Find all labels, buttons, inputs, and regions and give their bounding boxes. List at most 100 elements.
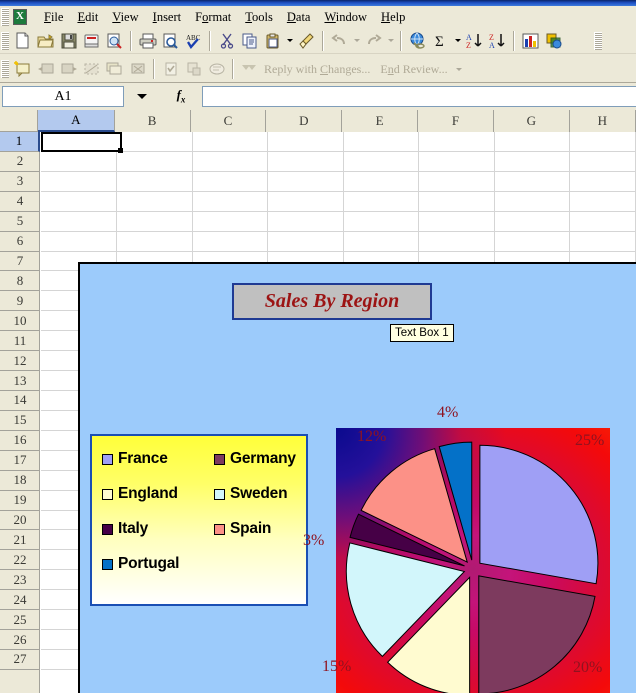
insert-function-icon[interactable]: fx — [160, 87, 202, 105]
delete-comment-icon[interactable] — [126, 58, 149, 80]
menu-item-data[interactable]: Data — [280, 8, 318, 27]
next-comment-icon[interactable] — [57, 58, 80, 80]
cell-B1[interactable] — [117, 132, 193, 152]
row-header-1[interactable]: 1 — [0, 132, 40, 152]
cell-F4[interactable] — [419, 191, 495, 212]
cell-F2[interactable] — [419, 151, 495, 172]
table-row[interactable] — [41, 171, 636, 192]
sort-descending-icon[interactable]: ZA — [486, 30, 509, 52]
cell-B2[interactable] — [117, 151, 193, 172]
chart-wizard-icon[interactable] — [519, 30, 542, 52]
cell-B5[interactable] — [117, 211, 193, 232]
menu-item-file[interactable]: FFileile — [37, 8, 70, 27]
cell-E1[interactable] — [343, 132, 420, 152]
select-all-corner[interactable] — [0, 110, 38, 132]
pie-chart[interactable] — [336, 428, 610, 693]
autosum-sigma-icon[interactable]: Σ — [429, 30, 452, 52]
row-header-21[interactable]: 21 — [0, 530, 40, 551]
undo-icon[interactable] — [328, 30, 351, 52]
cell-D5[interactable] — [268, 211, 344, 232]
previous-comment-icon[interactable] — [34, 58, 57, 80]
create-task-icon[interactable] — [159, 58, 182, 80]
table-row[interactable] — [41, 151, 636, 172]
cell-G5[interactable] — [494, 211, 570, 232]
cell-B6[interactable] — [117, 231, 193, 252]
row-header-12[interactable]: 12 — [0, 351, 40, 372]
row-header-16[interactable]: 16 — [0, 431, 40, 451]
standard-toolbar-gripper[interactable] — [1, 31, 9, 50]
menu-item-format[interactable]: Format — [188, 8, 238, 27]
cell-C6[interactable] — [192, 231, 269, 252]
cell-G4[interactable] — [494, 191, 570, 212]
cell-G6[interactable] — [494, 231, 570, 252]
name-box[interactable]: A1 — [2, 85, 124, 107]
legend-item-portugal[interactable]: Portugal — [102, 555, 214, 573]
menu-item-edit[interactable]: Edit — [70, 8, 105, 27]
row-header-23[interactable]: 23 — [0, 570, 40, 591]
row-header-19[interactable]: 19 — [0, 491, 40, 511]
cell-D2[interactable] — [268, 151, 344, 172]
row-header-9[interactable]: 9 — [0, 291, 40, 312]
legend-item-italy[interactable]: Italy — [102, 520, 214, 538]
cell-E3[interactable] — [343, 171, 420, 192]
table-row[interactable] — [41, 191, 636, 212]
legend-item-spain[interactable]: Spain — [214, 520, 314, 538]
formatting-toolbar-gripper[interactable] — [594, 32, 602, 50]
menu-item-help[interactable]: Help — [374, 8, 412, 27]
column-header-g[interactable]: G — [493, 110, 570, 132]
cell-H5[interactable] — [570, 211, 636, 232]
column-header-e[interactable]: E — [342, 110, 419, 132]
menu-item-insert[interactable]: Insert — [146, 8, 188, 27]
print-preview-icon[interactable] — [159, 30, 182, 52]
row-header-10[interactable]: 10 — [0, 311, 40, 332]
pie-slice-france[interactable] — [479, 444, 599, 585]
cell-D4[interactable] — [268, 191, 344, 212]
cell-C2[interactable] — [192, 151, 269, 172]
reply-flag-icon[interactable] — [238, 58, 261, 80]
cell-A5[interactable] — [41, 211, 118, 232]
cell-E2[interactable] — [343, 151, 420, 172]
legend-item-germany[interactable]: Germany — [214, 450, 314, 468]
menu-item-tools[interactable]: Tools — [238, 8, 280, 27]
chart-plot-area[interactable] — [336, 428, 610, 693]
reviewing-toolbar-gripper[interactable] — [1, 60, 9, 78]
cell-H4[interactable] — [570, 191, 636, 212]
row-header-17[interactable]: 17 — [0, 451, 40, 471]
open-folder-icon[interactable] — [34, 30, 57, 52]
new-document-icon[interactable] — [11, 30, 34, 52]
save-icon[interactable] — [57, 30, 80, 52]
chart-object[interactable]: Sales By Region Text Box 1 France Germany… — [78, 262, 636, 693]
search-document-icon[interactable] — [103, 30, 126, 52]
table-row[interactable] — [41, 211, 636, 232]
reply-with-changes-button[interactable]: Reply with Changes... — [261, 62, 370, 77]
cell-C3[interactable] — [192, 171, 269, 192]
row-header-11[interactable]: 11 — [0, 331, 40, 352]
column-header-f[interactable]: F — [418, 110, 494, 132]
row-header-13[interactable]: 13 — [0, 371, 40, 391]
column-header-c[interactable]: C — [190, 110, 267, 132]
email-icon[interactable] — [80, 30, 103, 52]
table-row[interactable] — [41, 231, 636, 252]
cell-F3[interactable] — [419, 171, 495, 192]
cell-F5[interactable] — [419, 211, 495, 232]
cell-E6[interactable] — [343, 231, 420, 252]
column-header-h[interactable]: H — [569, 110, 636, 132]
active-cell-a1[interactable] — [41, 132, 123, 153]
table-row[interactable] — [41, 132, 636, 152]
row-header-27[interactable]: 27 — [0, 650, 40, 670]
cell-A4[interactable] — [41, 191, 118, 212]
cut-scissors-icon[interactable] — [215, 30, 238, 52]
chart-title-textbox[interactable]: Sales By Region — [232, 283, 432, 320]
row-header-6[interactable]: 6 — [0, 232, 40, 252]
cell-A2[interactable] — [41, 151, 118, 172]
cell-F6[interactable] — [419, 231, 495, 252]
update-file-icon[interactable] — [182, 58, 205, 80]
cell-G2[interactable] — [494, 151, 570, 172]
cell-C4[interactable] — [192, 191, 269, 212]
row-header-22[interactable]: 22 — [0, 550, 40, 571]
redo-icon[interactable] — [362, 30, 385, 52]
drawing-icon[interactable] — [542, 30, 565, 52]
row-header-4[interactable]: 4 — [0, 192, 40, 212]
end-review-button[interactable]: End Review... — [370, 62, 447, 77]
spelling-check-icon[interactable]: ABC — [182, 30, 205, 52]
